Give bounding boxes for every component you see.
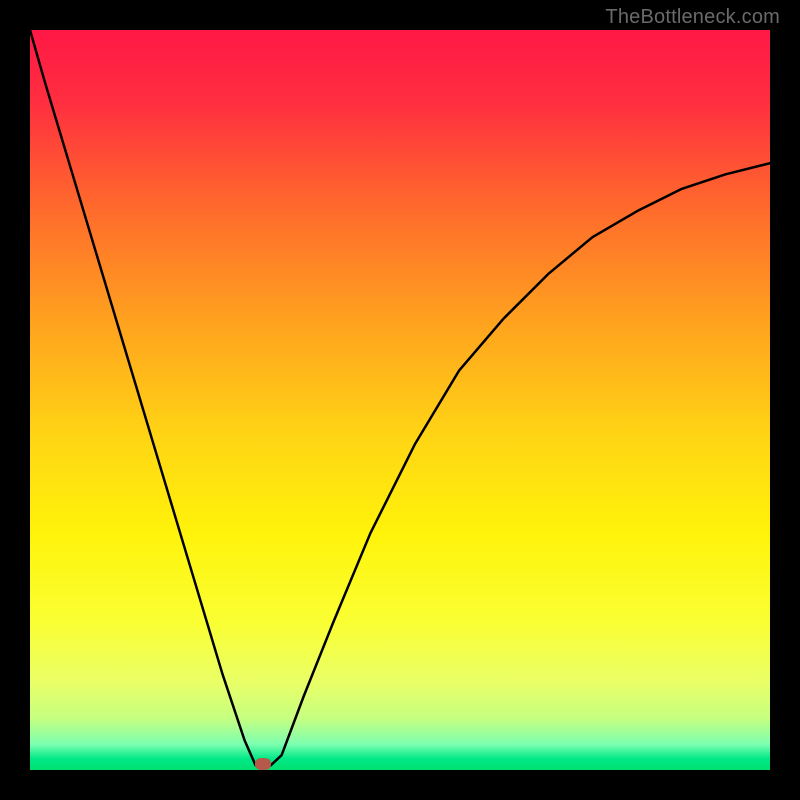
plot-area [30,30,770,770]
watermark-text: TheBottleneck.com [605,6,780,29]
chart-frame: TheBottleneck.com [0,0,800,800]
bottleneck-curve [30,30,770,770]
optimal-point-marker [255,758,271,770]
